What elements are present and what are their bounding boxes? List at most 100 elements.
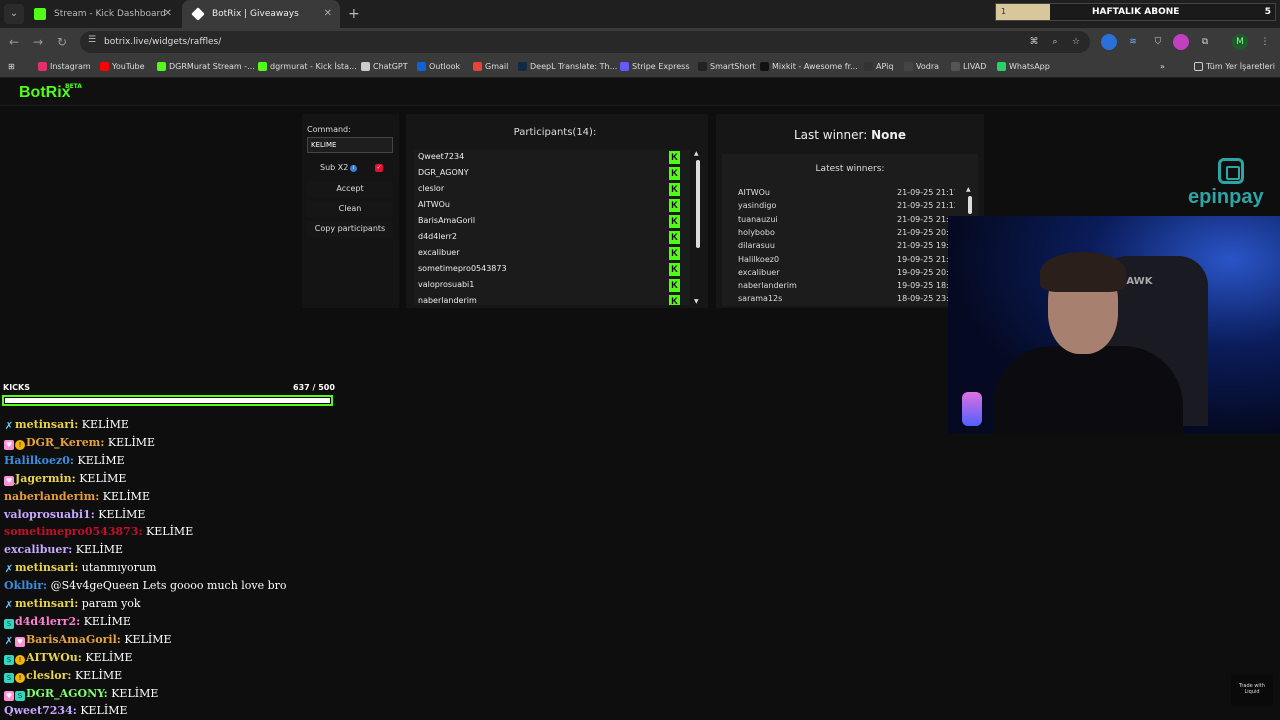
sub-badge-icon: S bbox=[4, 654, 14, 665]
trade-line2: Liquid bbox=[1244, 689, 1260, 695]
bookmark-label: YouTube bbox=[112, 62, 145, 71]
participants-list[interactable]: Qweet7234 K DGR_AGONY Kcleslor K AITWOu K Baris… bbox=[414, 150, 690, 305]
close-icon[interactable]: ✕ bbox=[324, 0, 332, 28]
participant-row[interactable]: AITWOu K bbox=[414, 198, 690, 214]
participants-panel: Participants(14): Qweet7234 K DGR_AGONY Kcl… bbox=[406, 114, 708, 308]
command-input[interactable] bbox=[307, 137, 393, 153]
participant-name: excalibuer bbox=[418, 248, 460, 257]
bookmark-favicon-icon bbox=[864, 62, 873, 71]
bookmark-item[interactable]: ChatGPT bbox=[361, 56, 408, 78]
apps-grid-icon[interactable]: ⊞ bbox=[8, 56, 15, 78]
bookmark-item[interactable]: YouTube bbox=[100, 56, 145, 78]
bookmark-star-icon[interactable]: ☆ bbox=[1068, 34, 1084, 50]
bookmark-item[interactable]: DeepL Translate: Th... bbox=[518, 56, 617, 78]
bookmark-item[interactable]: WhatsApp bbox=[997, 56, 1050, 78]
navigation-bar: ← → ↻ ☰ botrix.live/widgets/raffles/ ⌘ ⌕… bbox=[0, 28, 1280, 56]
chat-username: AITWOu: bbox=[26, 650, 82, 664]
kicks-goal-count: 637 / 500 bbox=[293, 383, 335, 392]
bookmark-item[interactable]: Vodra bbox=[904, 56, 939, 78]
extension-icon[interactable] bbox=[1101, 34, 1117, 50]
info-icon[interactable]: i bbox=[350, 165, 357, 172]
kick-platform-icon: K bbox=[669, 263, 680, 276]
bookmark-item[interactable]: APiq bbox=[864, 56, 893, 78]
heart-badge-icon: ♥ bbox=[15, 636, 25, 647]
chat-message: Sd4d4lerr2: KELİME bbox=[4, 613, 131, 631]
bookmark-item[interactable]: Mixkit - Awesome fr... bbox=[760, 56, 858, 78]
new-tab-button[interactable]: + bbox=[348, 0, 360, 28]
address-bar[interactable]: ☰ botrix.live/widgets/raffles/ bbox=[80, 31, 1090, 53]
kicks-progress-fill bbox=[5, 398, 330, 403]
zoom-icon[interactable]: ⌕ bbox=[1047, 34, 1063, 50]
winner-row: sarama12s 18-09-25 23:1 bbox=[722, 294, 962, 306]
url-text[interactable]: botrix.live/widgets/raffles/ bbox=[104, 31, 221, 53]
chat-username: Halilkoez0: bbox=[4, 453, 74, 467]
bookmark-item[interactable]: Stripe Express bbox=[620, 56, 690, 78]
bookmark-label: Mixkit - Awesome fr... bbox=[772, 62, 858, 71]
scroll-down-icon[interactable]: ▼ bbox=[694, 298, 699, 305]
bookmark-favicon-icon bbox=[760, 62, 769, 71]
chat-username: valoprosuabi1: bbox=[4, 507, 95, 521]
winner-date: 19-09-25 18:4 bbox=[897, 281, 954, 291]
kick-platform-icon: K bbox=[669, 231, 680, 244]
bookmark-item[interactable]: Outlook bbox=[417, 56, 460, 78]
winner-date: 19-09-25 21:4 bbox=[897, 254, 954, 264]
participant-row[interactable]: sometimepro0543873 K bbox=[414, 262, 690, 278]
bookmark-item[interactable]: Gmail bbox=[473, 56, 508, 78]
accept-button[interactable]: Accept bbox=[307, 181, 393, 197]
bookmark-item[interactable]: dgrmurat - Kick İsta... bbox=[258, 56, 357, 78]
participant-row[interactable]: Qweet7234 K bbox=[414, 150, 690, 166]
more-menu-icon[interactable]: ⋮ bbox=[1257, 34, 1273, 50]
shield-icon[interactable]: ⛉ bbox=[1150, 34, 1166, 50]
participant-row[interactable]: cleslor K bbox=[414, 182, 690, 198]
chat-username: cleslor: bbox=[26, 668, 72, 682]
chat-message: ✗ ♥ BarisAmaGoril: KELİME bbox=[4, 631, 172, 649]
participant-row[interactable]: BarisAmaGoril K bbox=[414, 214, 690, 230]
extension-waves-icon[interactable]: ≋ bbox=[1125, 34, 1141, 50]
translate-icon[interactable]: ⌘ bbox=[1026, 34, 1042, 50]
chat-username: DGR_Kerem: bbox=[26, 435, 105, 449]
participant-row[interactable]: DGR_AGONY K bbox=[414, 166, 690, 182]
close-icon[interactable]: ✕ bbox=[164, 0, 172, 28]
chat-message: ♥ S DGR_AGONY: KELİME bbox=[4, 685, 158, 703]
bookmark-item[interactable]: SmartShort bbox=[698, 56, 756, 78]
clean-button[interactable]: Clean bbox=[307, 201, 393, 217]
puzzle-icon[interactable]: ⧉ bbox=[1197, 34, 1213, 50]
participants-scrollbar[interactable]: ▲ ▼ bbox=[694, 150, 702, 305]
scroll-thumb[interactable] bbox=[696, 160, 700, 248]
copy-participants-button[interactable]: Copy participants bbox=[307, 221, 393, 237]
avatar[interactable]: M bbox=[1232, 34, 1248, 50]
epinpay-logo-icon bbox=[1218, 158, 1244, 184]
bookmark-favicon-icon bbox=[157, 62, 166, 71]
reload-icon[interactable]: ↻ bbox=[52, 32, 72, 52]
site-info-icon[interactable]: ☰ bbox=[88, 35, 96, 45]
participant-row[interactable]: d4d4lerr2 K bbox=[414, 230, 690, 246]
tab-botrix-giveaways[interactable]: BotRix | Giveaways ✕ bbox=[182, 0, 340, 28]
tab-title: BotRix | Giveaways bbox=[212, 9, 299, 19]
folder-icon bbox=[1194, 62, 1203, 71]
bookmark-favicon-icon bbox=[518, 62, 527, 71]
chat-text: KELİME bbox=[102, 489, 150, 503]
botrix-logo[interactable]: BotRix bbox=[19, 84, 71, 102]
sub-x2-checkbox[interactable]: ✓ bbox=[375, 164, 383, 172]
kicks-target: / 500 bbox=[312, 383, 335, 392]
bookmark-item[interactable]: Instagram bbox=[38, 56, 91, 78]
bookmark-item[interactable]: LIVAD bbox=[951, 56, 986, 78]
tab-kick-dashboard[interactable]: Stream - Kick Dashboard ✕ bbox=[24, 0, 180, 28]
forward-arrow-icon[interactable]: → bbox=[28, 32, 48, 52]
bookmark-favicon-icon bbox=[904, 62, 913, 71]
participant-row[interactable]: excalibuer K bbox=[414, 246, 690, 262]
scroll-thumb[interactable] bbox=[968, 196, 972, 214]
scroll-up-icon[interactable]: ▲ bbox=[694, 150, 699, 157]
chevron-right-icon[interactable]: » bbox=[1160, 56, 1165, 78]
tab-search-button[interactable]: ⌄ bbox=[4, 4, 24, 24]
kicks-current: 637 bbox=[293, 383, 310, 392]
participant-row[interactable]: valoprosuabi1 K bbox=[414, 278, 690, 294]
scroll-up-icon[interactable]: ▲ bbox=[966, 186, 971, 193]
bookmark-item[interactable]: DGRMurat Stream -... bbox=[157, 56, 255, 78]
extension-pink-icon[interactable] bbox=[1173, 34, 1189, 50]
participant-row[interactable]: naberlanderim K bbox=[414, 294, 690, 305]
back-arrow-icon[interactable]: ← bbox=[4, 32, 24, 52]
all-bookmarks-folder[interactable]: Tüm Yer İşaretleri bbox=[1194, 56, 1275, 78]
winner-row: yasindigo 21-09-25 21:12 bbox=[722, 201, 962, 214]
latest-winners-title: Latest winners: bbox=[815, 164, 885, 174]
